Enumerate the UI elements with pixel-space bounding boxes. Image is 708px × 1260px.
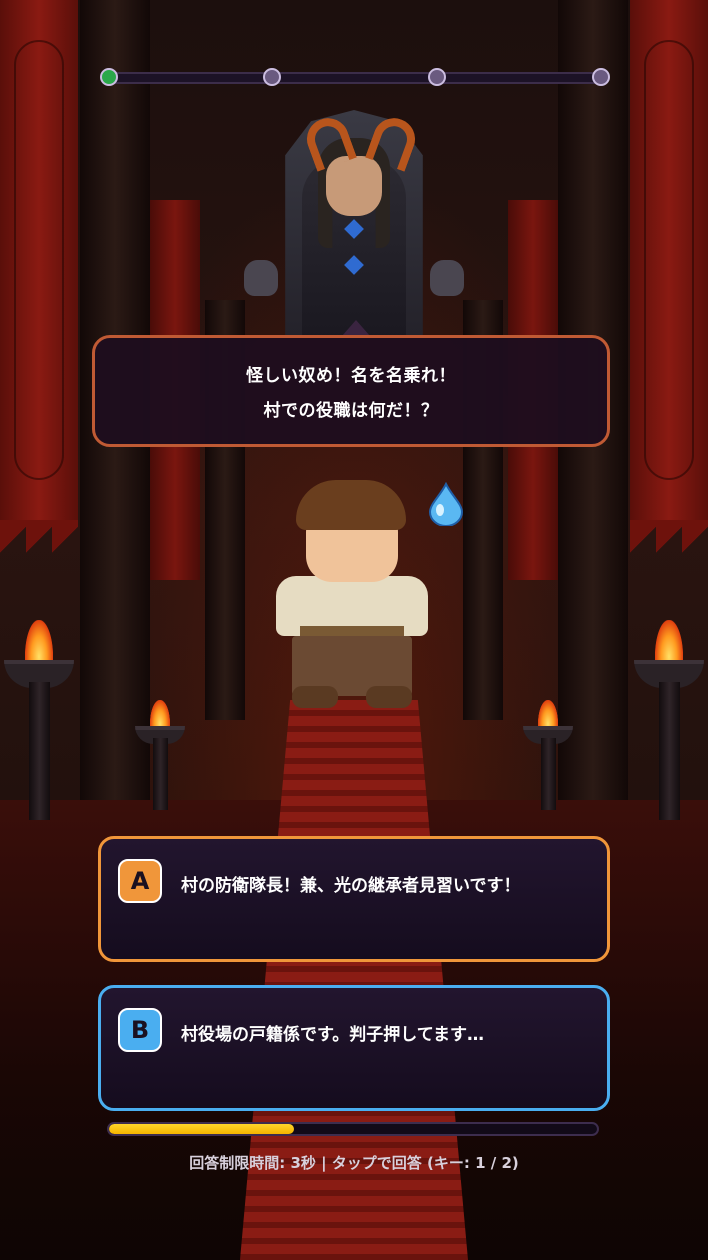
hero-character [252,480,452,710]
answer-b-text: 村役場の戸籍係です。判子押してます… [181,1025,484,1045]
answer-timer-fill [109,1124,295,1134]
answer-option-b[interactable]: B 村役場の戸籍係です。判子押してます… [98,985,610,1111]
answer-a-text: 村の防衛隊長！兼、光の継承者見習いです！ [181,876,521,896]
brazier-inner-right [523,700,573,810]
progress-node-4 [592,68,610,86]
progress-node-2 [263,68,281,86]
brazier-right [634,620,704,820]
red-banner-right [630,0,708,560]
progress-node-3 [428,68,446,86]
skull-right-icon [430,260,464,296]
answer-b-badge: B [118,1008,162,1052]
question-progress-track [108,72,604,84]
brazier-inner-left [135,700,185,810]
brazier-left [4,620,74,820]
sweat-drop-icon [428,482,464,526]
answer-timer-bar [107,1122,599,1136]
dialog-tail [342,320,370,336]
red-banner-left [0,0,78,560]
answer-option-a[interactable]: A 村の防衛隊長！兼、光の継承者見習いです！ [98,836,610,962]
skull-left-icon [244,260,278,296]
dialog-line-1: 怪しい奴め！名を名乗れ！ [246,366,456,386]
answer-a-badge: A [118,859,162,903]
dialog-line-2: 村での役職は何だ！？ [263,401,439,421]
demon-lord-character [240,110,468,340]
game-scene: 怪しい奴め！名を名乗れ！ 村での役職は何だ！？ A 村の防衛隊長！兼、光の継承者… [0,0,708,1260]
progress-node-1 [100,68,118,86]
red-carpet-stairs [240,700,468,1260]
dialog-box: 怪しい奴め！名を名乗れ！ 村での役職は何だ！？ [92,335,610,447]
answer-timer-label: 回答制限時間: 3秒 | タップで回答 (キー: 1 / 2) [189,1154,519,1172]
